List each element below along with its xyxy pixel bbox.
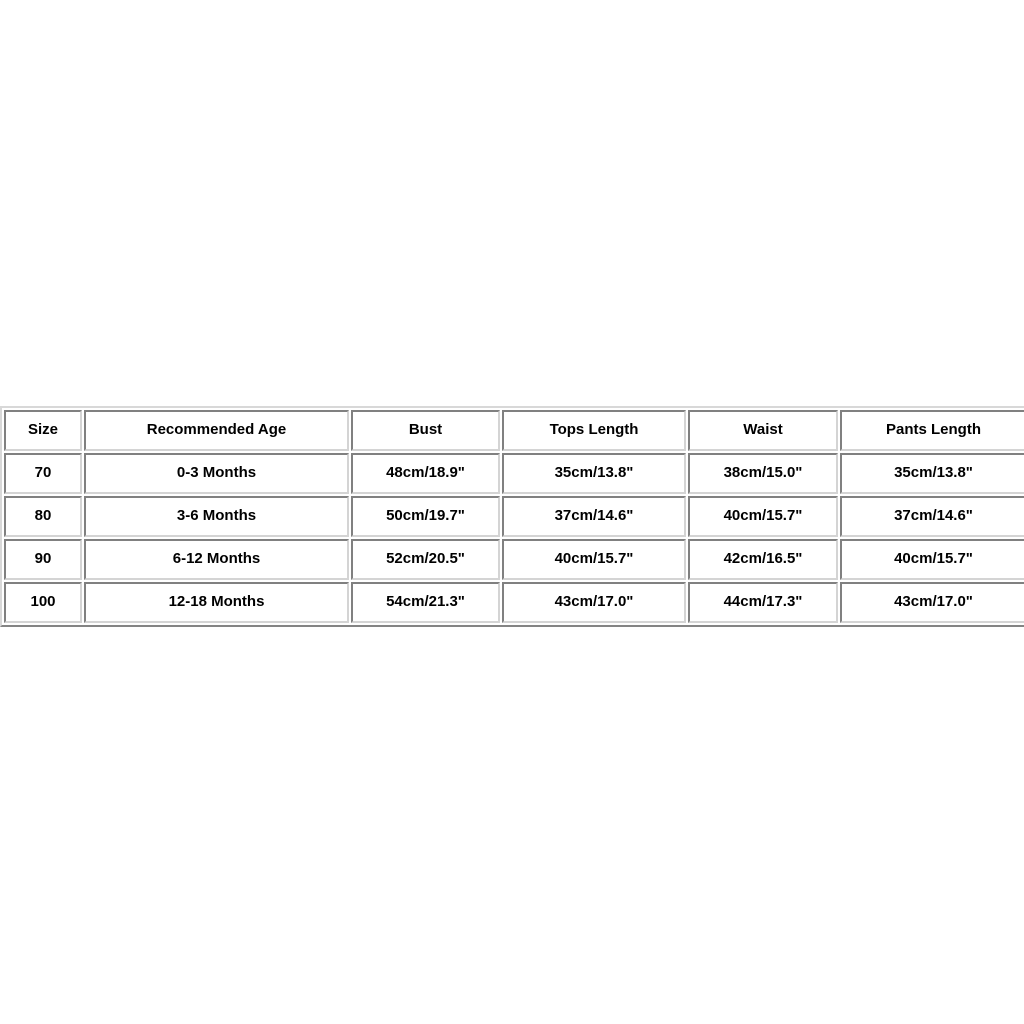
cell-waist: 38cm/15.0" bbox=[688, 453, 838, 494]
table-row: 80 3-6 Months 50cm/19.7" 37cm/14.6" 40cm… bbox=[4, 496, 1024, 537]
cell-pants-length: 37cm/14.6" bbox=[840, 496, 1024, 537]
column-header-waist: Waist bbox=[688, 410, 838, 451]
size-chart-container: Size Recommended Age Bust Tops Length Wa… bbox=[0, 406, 1024, 627]
cell-waist: 40cm/15.7" bbox=[688, 496, 838, 537]
cell-age: 0-3 Months bbox=[84, 453, 349, 494]
cell-size: 90 bbox=[4, 539, 82, 580]
column-header-tops-length: Tops Length bbox=[502, 410, 686, 451]
cell-age: 3-6 Months bbox=[84, 496, 349, 537]
cell-bust: 48cm/18.9" bbox=[351, 453, 500, 494]
cell-size: 100 bbox=[4, 582, 82, 623]
cell-bust: 50cm/19.7" bbox=[351, 496, 500, 537]
cell-bust: 52cm/20.5" bbox=[351, 539, 500, 580]
cell-tops-length: 37cm/14.6" bbox=[502, 496, 686, 537]
cell-pants-length: 35cm/13.8" bbox=[840, 453, 1024, 494]
cell-waist: 42cm/16.5" bbox=[688, 539, 838, 580]
cell-size: 70 bbox=[4, 453, 82, 494]
cell-age: 12-18 Months bbox=[84, 582, 349, 623]
cell-tops-length: 40cm/15.7" bbox=[502, 539, 686, 580]
cell-waist: 44cm/17.3" bbox=[688, 582, 838, 623]
column-header-size: Size bbox=[4, 410, 82, 451]
table-row: 90 6-12 Months 52cm/20.5" 40cm/15.7" 42c… bbox=[4, 539, 1024, 580]
column-header-pants-length: Pants Length bbox=[840, 410, 1024, 451]
cell-tops-length: 43cm/17.0" bbox=[502, 582, 686, 623]
cell-bust: 54cm/21.3" bbox=[351, 582, 500, 623]
size-chart-table: Size Recommended Age Bust Tops Length Wa… bbox=[0, 406, 1024, 627]
cell-pants-length: 40cm/15.7" bbox=[840, 539, 1024, 580]
cell-tops-length: 35cm/13.8" bbox=[502, 453, 686, 494]
column-header-bust: Bust bbox=[351, 410, 500, 451]
table-row: 70 0-3 Months 48cm/18.9" 35cm/13.8" 38cm… bbox=[4, 453, 1024, 494]
table-row: 100 12-18 Months 54cm/21.3" 43cm/17.0" 4… bbox=[4, 582, 1024, 623]
cell-size: 80 bbox=[4, 496, 82, 537]
cell-pants-length: 43cm/17.0" bbox=[840, 582, 1024, 623]
column-header-recommended-age: Recommended Age bbox=[84, 410, 349, 451]
table-header-row: Size Recommended Age Bust Tops Length Wa… bbox=[4, 410, 1024, 451]
cell-age: 6-12 Months bbox=[84, 539, 349, 580]
